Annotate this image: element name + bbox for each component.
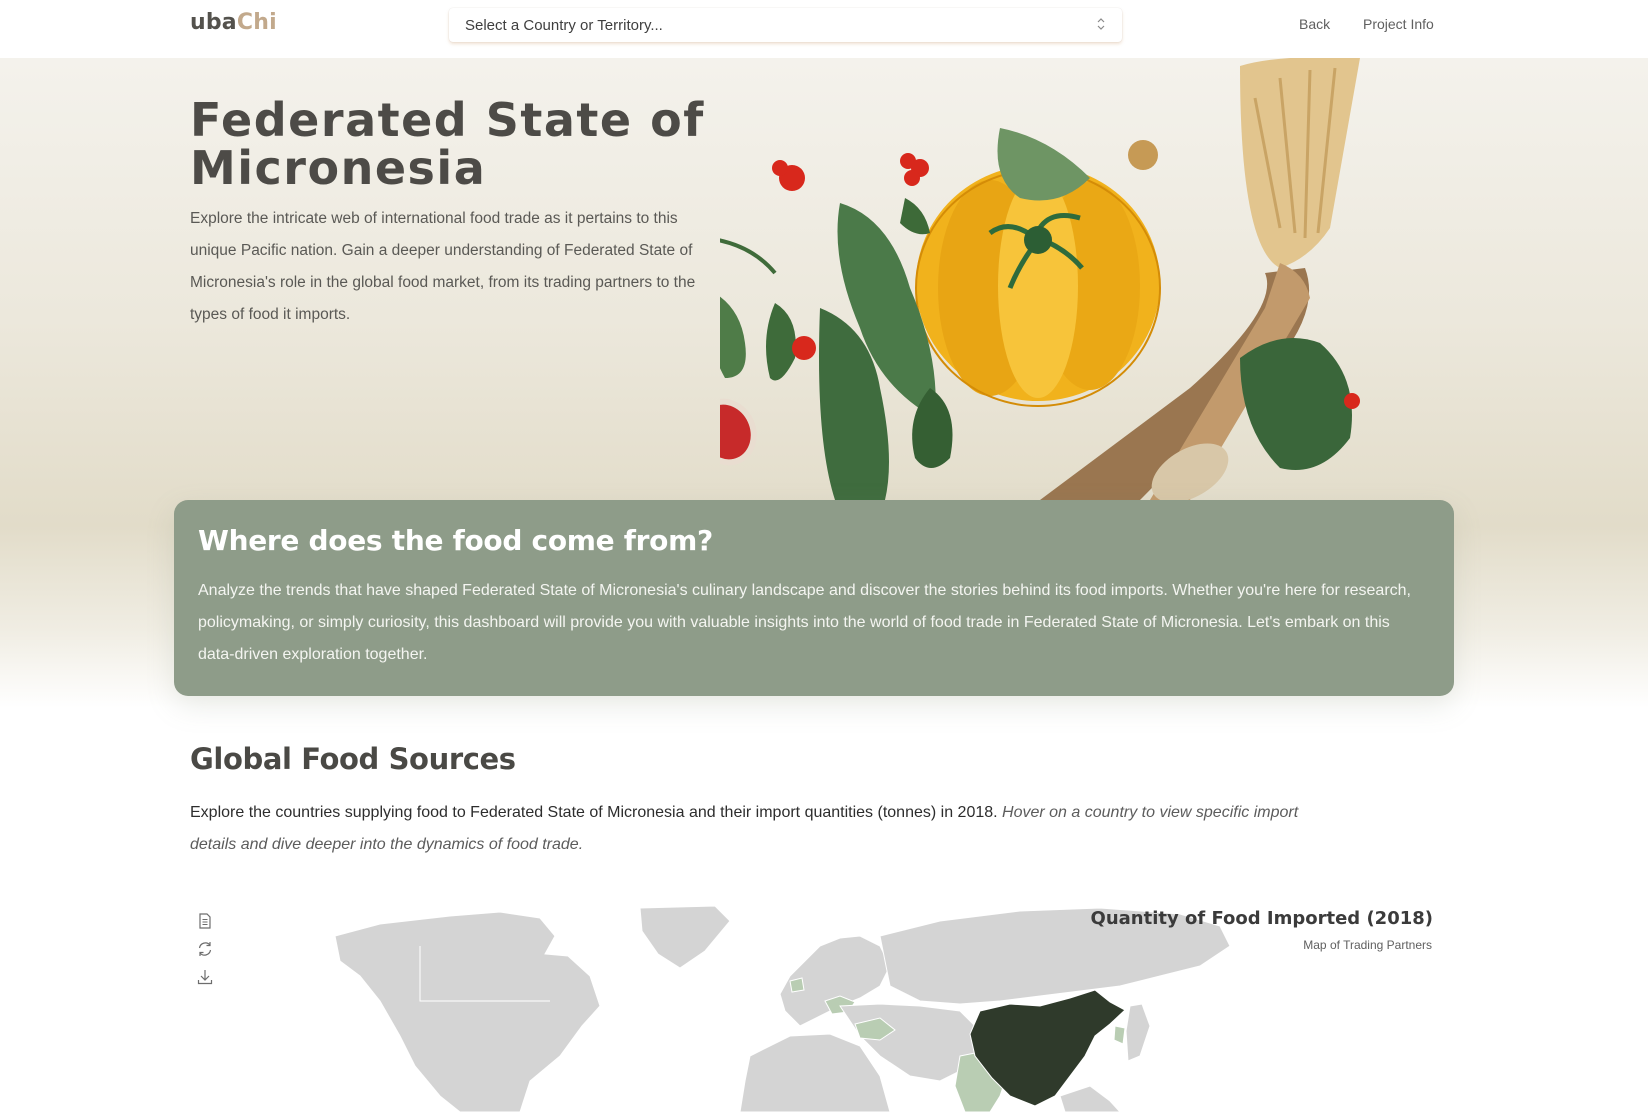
map-region-japan: [1125, 1003, 1151, 1062]
country-select[interactable]: Select a Country or Territory...: [449, 8, 1122, 42]
section-title-global-food-sources: Global Food Sources: [190, 742, 516, 776]
map-region-greenland: [639, 906, 731, 969]
vegetables-illustration: [720, 58, 1360, 500]
map-region-africa: [739, 1033, 891, 1112]
walnut-image: [1128, 140, 1158, 170]
select-caret-icon: [1097, 18, 1105, 30]
map-toolbox: [196, 912, 214, 996]
intro-body: Analyze the trends that have shaped Fede…: [198, 582, 1411, 663]
top-navbar: ubaChi Select a Country or Territory... …: [0, 0, 1648, 58]
yellow-pumpkin-image: [915, 165, 1161, 407]
logo-text-accent: Chi: [236, 10, 277, 35]
hero-description: Explore the intricate web of internation…: [190, 210, 696, 323]
download-icon[interactable]: [196, 968, 214, 986]
logo-text-primary: uba: [190, 10, 237, 35]
project-info-link[interactable]: Project Info: [1363, 16, 1434, 32]
intro-card: Where does the food come from? Analyze t…: [174, 500, 1454, 696]
section-description-text: Explore the countries supplying food to …: [190, 804, 998, 821]
logo[interactable]: ubaChi: [190, 10, 277, 35]
refresh-icon[interactable]: [196, 940, 214, 958]
pomegranate-image: [720, 398, 757, 466]
country-select-placeholder: Select a Country or Territory...: [465, 16, 663, 34]
intro-heading: Where does the food come from?: [198, 524, 713, 557]
data-view-icon[interactable]: [196, 912, 214, 930]
map-title: Quantity of Food Imported (2018): [1090, 908, 1433, 929]
map-region-north-america: [334, 911, 601, 1112]
back-link[interactable]: Back: [1299, 16, 1330, 32]
map-region-southeast-asia: [1059, 1085, 1121, 1112]
section-description: Explore the countries supplying food to …: [190, 797, 1340, 861]
world-map[interactable]: [320, 906, 1330, 1112]
map-subtitle: Map of Trading Partners: [1303, 938, 1432, 952]
page-title: Federated State of Micronesia: [190, 93, 705, 195]
